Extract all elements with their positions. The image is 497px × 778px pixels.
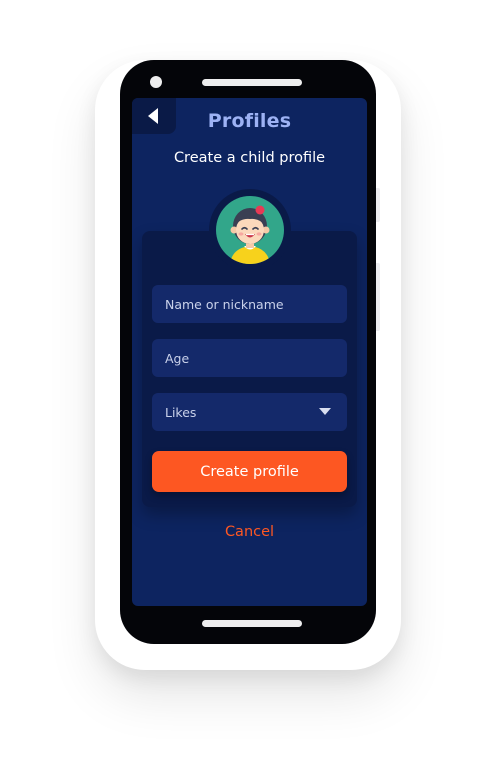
home-indicator[interactable] [202,620,302,627]
power-button [376,263,380,331]
likes-select[interactable]: Likes [152,393,347,431]
chevron-down-icon [319,408,331,415]
name-input[interactable]: Name or nickname [152,285,347,323]
create-profile-label: Create profile [200,463,299,480]
speaker-grille [202,79,302,86]
volume-button [376,188,380,222]
age-placeholder: Age [165,350,190,366]
form-layer: Name or nickname Age Likes Create profil… [132,98,367,606]
cancel-button[interactable]: Cancel [132,524,367,540]
stage: Profiles Create a child profile Name or … [0,0,497,778]
name-placeholder: Name or nickname [165,296,284,312]
likes-placeholder: Likes [165,404,197,420]
create-profile-button[interactable]: Create profile [152,451,347,492]
age-input[interactable]: Age [152,339,347,377]
camera-icon [150,76,162,88]
